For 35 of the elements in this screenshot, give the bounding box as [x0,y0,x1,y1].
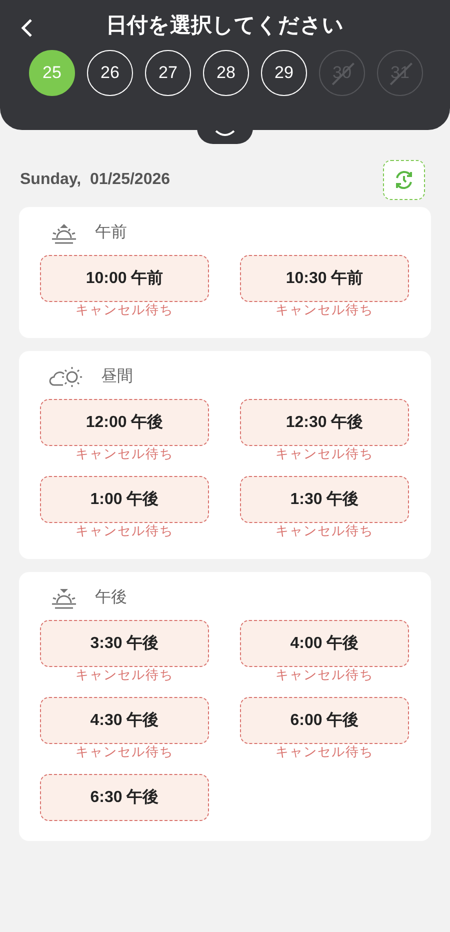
day-button[interactable]: 28 [203,50,249,96]
period-label: 午前 [95,223,127,243]
time-slot-button[interactable]: 6:30 午後 [40,774,209,821]
time-slot-button[interactable]: 12:00 午後 [40,399,209,446]
waitlist-label: キャンセル待ち [274,744,374,760]
waitlist-label: キャンセル待ち [74,302,174,318]
time-slot-button[interactable]: 10:00 午前 [40,255,209,302]
time-slot-button[interactable]: 12:30 午後 [240,399,409,446]
waitlist-label: キャンセル待ち [274,523,374,539]
day-button[interactable]: 27 [145,50,191,96]
time-slot-button[interactable]: 10:30 午前 [240,255,409,302]
chevron-down-icon[interactable] [214,129,236,139]
waitlist-label: キャンセル待ち [274,667,374,683]
waitlist-label: キャンセル待ち [274,446,374,462]
waitlist-label: キャンセル待ち [74,446,174,462]
time-slot-button[interactable]: 1:30 午後 [240,476,409,523]
sunrise-icon [49,221,79,245]
waitlist-label: キャンセル待ち [74,523,174,539]
time-slot-button[interactable]: 6:00 午後 [240,697,409,744]
waitlist-label: キャンセル待ち [74,744,174,760]
time-slot-button[interactable]: 1:00 午後 [40,476,209,523]
period-label: 午後 [95,588,127,608]
screen-title: 日付を選択してください [105,13,345,39]
date-label: Sunday, 01/25/2026 [20,170,170,190]
day-button[interactable]: 26 [87,50,133,96]
time-slot-button[interactable]: 4:30 午後 [40,697,209,744]
sunset-icon [49,586,79,610]
cloud-sun-icon [49,365,85,389]
time-slot-button[interactable]: 3:30 午後 [40,620,209,667]
waitlist-label: キャンセル待ち [274,302,374,318]
day-button[interactable]: 29 [261,50,307,96]
refresh-clock-icon [393,169,415,191]
period-label: 昼間 [101,367,133,387]
time-slot-button[interactable]: 4:00 午後 [240,620,409,667]
waitlist-label: キャンセル待ち [74,667,174,683]
